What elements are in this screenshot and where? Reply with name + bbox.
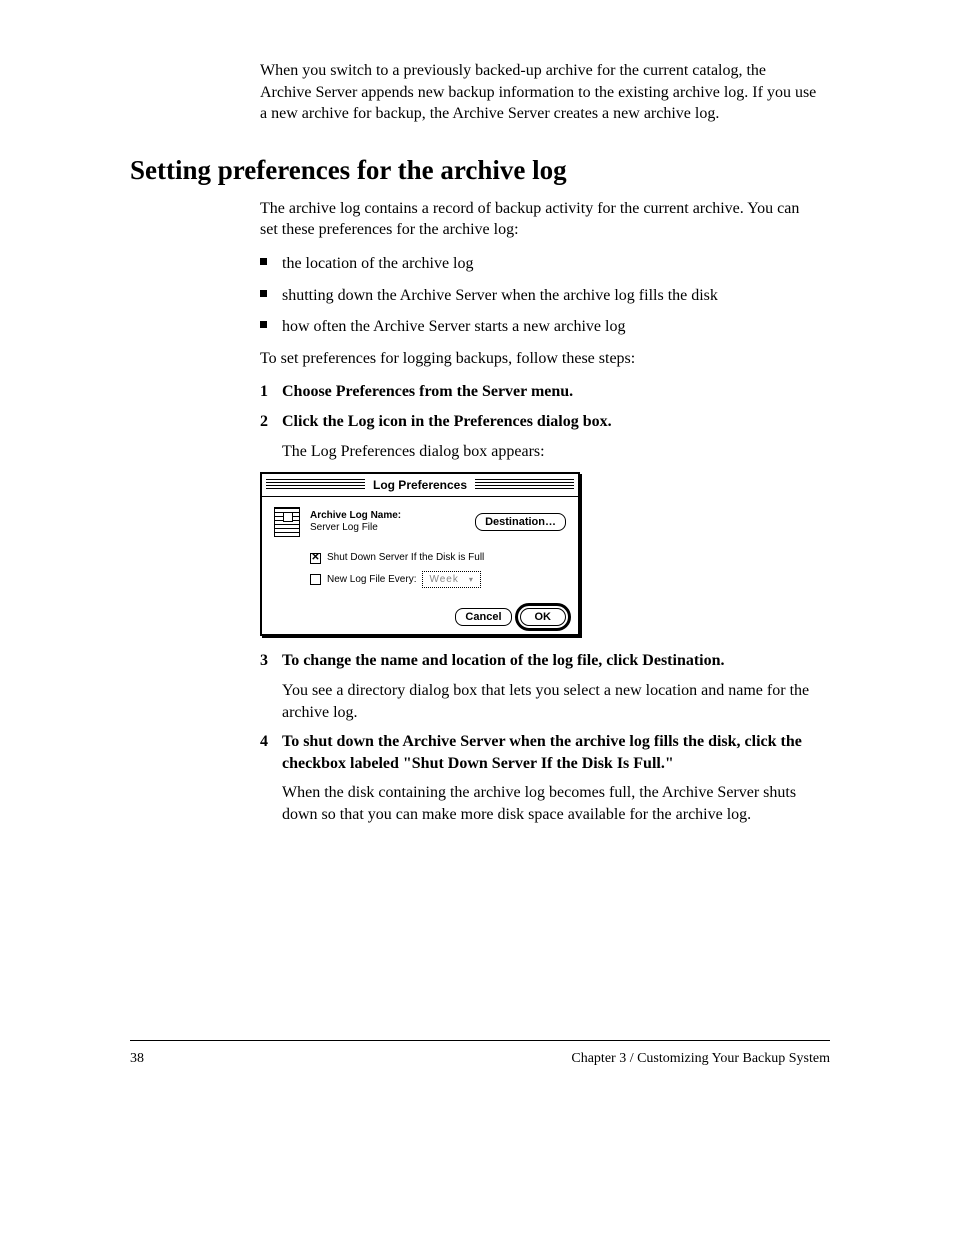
new-log-interval-popup[interactable]: Week [422,571,480,589]
log-preferences-dialog: Log Preferences Archive Log Name: Server… [260,472,580,636]
archive-log-name-value: Server Log File [310,522,378,533]
step-number: 4 [260,731,282,774]
step-text: Click the Log icon in the Preferences di… [282,411,820,433]
intro-paragraph: When you switch to a previously backed-u… [260,60,820,125]
destination-button[interactable]: Destination… [475,513,566,531]
log-file-icon [274,507,300,537]
titlebar-stripes [266,479,365,491]
ok-button[interactable]: OK [520,608,567,626]
body-paragraph-1: The archive log contains a record of bac… [260,198,820,241]
page-number: 38 [130,1051,144,1067]
step-number: 3 [260,650,282,672]
step-text: Choose Preferences from the Server menu. [282,381,820,403]
preference-list: the location of the archive log shutting… [260,253,820,338]
step-number: 1 [260,381,282,403]
section-heading: Setting preferences for the archive log [130,155,830,186]
titlebar-stripes [475,479,574,491]
step-number: 2 [260,411,282,433]
page-footer: 38 Chapter 3 / Customizing Your Backup S… [130,1040,830,1067]
list-item: shutting down the Archive Server when th… [260,285,820,307]
list-item: the location of the archive log [260,253,820,275]
step-number [260,782,282,825]
chapter-label: Chapter 3 / Customizing Your Backup Syst… [571,1051,830,1067]
step-text: To change the name and location of the l… [282,650,820,672]
step-text: You see a directory dialog box that lets… [282,680,820,723]
step-number [260,441,282,463]
body-paragraph-2: To set preferences for logging backups, … [260,348,820,370]
shutdown-checkbox[interactable] [310,553,321,564]
step-number [260,680,282,723]
step-text: The Log Preferences dialog box appears: [282,441,820,463]
cancel-button[interactable]: Cancel [455,608,511,626]
list-item: how often the Archive Server starts a ne… [260,316,820,338]
dialog-title: Log Preferences [365,477,475,493]
archive-log-name-label: Archive Log Name: [310,510,465,523]
new-log-checkbox-label: New Log File Every: [327,573,416,587]
step-text: To shut down the Archive Server when the… [282,731,820,774]
shutdown-checkbox-label: Shut Down Server If the Disk is Full [327,551,484,565]
step-text: When the disk containing the archive log… [282,782,820,825]
dialog-titlebar: Log Preferences [262,474,578,497]
new-log-checkbox[interactable] [310,574,321,585]
